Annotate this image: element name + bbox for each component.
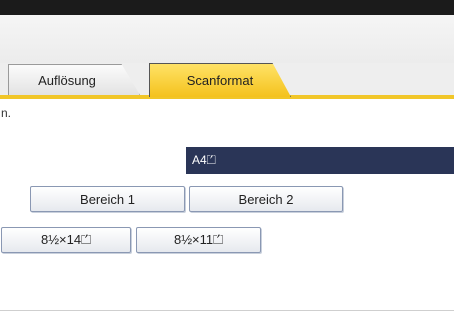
bereich-2-label: Bereich 2 <box>238 191 294 207</box>
bereich-1-button[interactable]: Bereich 1 <box>30 186 185 212</box>
format-8-5x11-button[interactable]: 8½×11⏍ <box>136 227 261 253</box>
tab-aufloesung-label: Auflösung <box>38 72 96 88</box>
bottom-divider <box>0 310 454 311</box>
format-8-5x14-button[interactable]: 8½×14⏍ <box>1 227 131 253</box>
format-8-5x14-label: 8½×14⏍ <box>40 232 92 247</box>
instruction-text: n. <box>1 106 12 120</box>
selected-format-label: A4⏍ <box>192 153 216 167</box>
header-area <box>0 15 454 63</box>
format-8-5x11-label: 8½×11⏍ <box>173 232 224 247</box>
selected-format-display: A4⏍ <box>186 147 454 174</box>
bereich-1-label: Bereich 1 <box>80 191 135 207</box>
tab-scanformat-label: Scanformat <box>186 73 254 88</box>
top-dark-bar <box>0 0 454 15</box>
tab-scanformat[interactable]: Scanformat <box>149 63 291 97</box>
tab-aufloesung[interactable]: Auflösung <box>8 64 140 95</box>
bereich-2-button[interactable]: Bereich 2 <box>189 186 343 212</box>
